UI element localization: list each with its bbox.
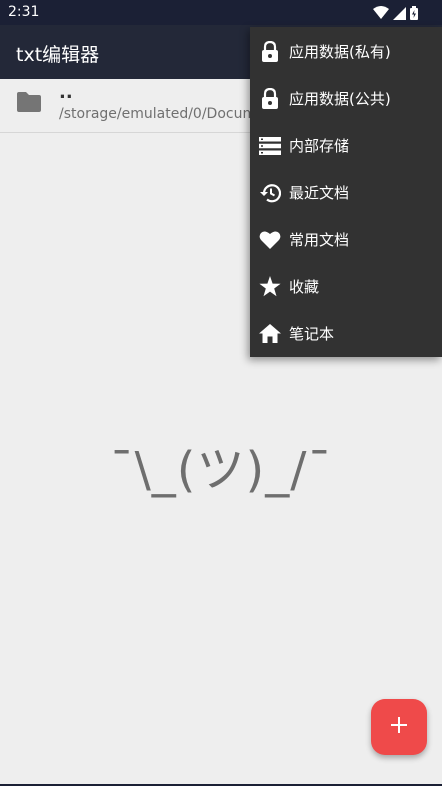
menu-item-label: 应用数据(公共) — [289, 90, 391, 108]
menu-item-app-data-private[interactable]: 应用数据(私有) — [250, 28, 442, 75]
plus-icon — [390, 716, 408, 738]
system-icons — [373, 5, 418, 24]
menu-item-notebook[interactable]: 笔记本 — [250, 310, 442, 357]
current-path: /storage/emulated/0/Docum — [59, 106, 257, 122]
status-time: 2:31 — [8, 4, 40, 20]
menu-item-label: 收藏 — [289, 278, 320, 296]
signal-icon — [393, 5, 406, 24]
lock-icon — [259, 87, 281, 110]
add-file-button[interactable] — [371, 699, 427, 755]
storage-icon — [259, 135, 281, 157]
star-icon — [259, 276, 281, 298]
heart-icon — [259, 229, 281, 251]
home-icon — [259, 323, 281, 345]
parent-folder-name: .. — [59, 82, 73, 103]
menu-item-recent-documents[interactable]: 最近文档 — [250, 169, 442, 216]
menu-item-app-data-public[interactable]: 应用数据(公共) — [250, 75, 442, 122]
storage-dropdown-menu: 应用数据(私有) 应用数据(公共) 内部存储 最近文档 常用文档 收藏 笔记本 — [250, 27, 442, 357]
status-bar: 2:31 — [0, 0, 442, 25]
lock-icon — [259, 40, 281, 63]
folder-icon — [16, 91, 42, 117]
menu-item-frequent-documents[interactable]: 常用文档 — [250, 216, 442, 263]
battery-icon — [410, 5, 418, 24]
app-title: txt编辑器 — [16, 44, 100, 66]
menu-item-label: 最近文档 — [289, 184, 350, 202]
menu-item-favorites[interactable]: 收藏 — [250, 263, 442, 310]
menu-item-label: 应用数据(私有) — [289, 43, 391, 61]
menu-item-label: 常用文档 — [289, 231, 350, 249]
menu-item-label: 内部存储 — [289, 137, 350, 155]
empty-state-shrug: ¯\_(ツ)_/¯ — [109, 442, 333, 498]
history-icon — [259, 182, 281, 204]
menu-item-internal-storage[interactable]: 内部存储 — [250, 122, 442, 169]
wifi-icon — [373, 5, 389, 24]
menu-item-label: 笔记本 — [289, 325, 335, 343]
